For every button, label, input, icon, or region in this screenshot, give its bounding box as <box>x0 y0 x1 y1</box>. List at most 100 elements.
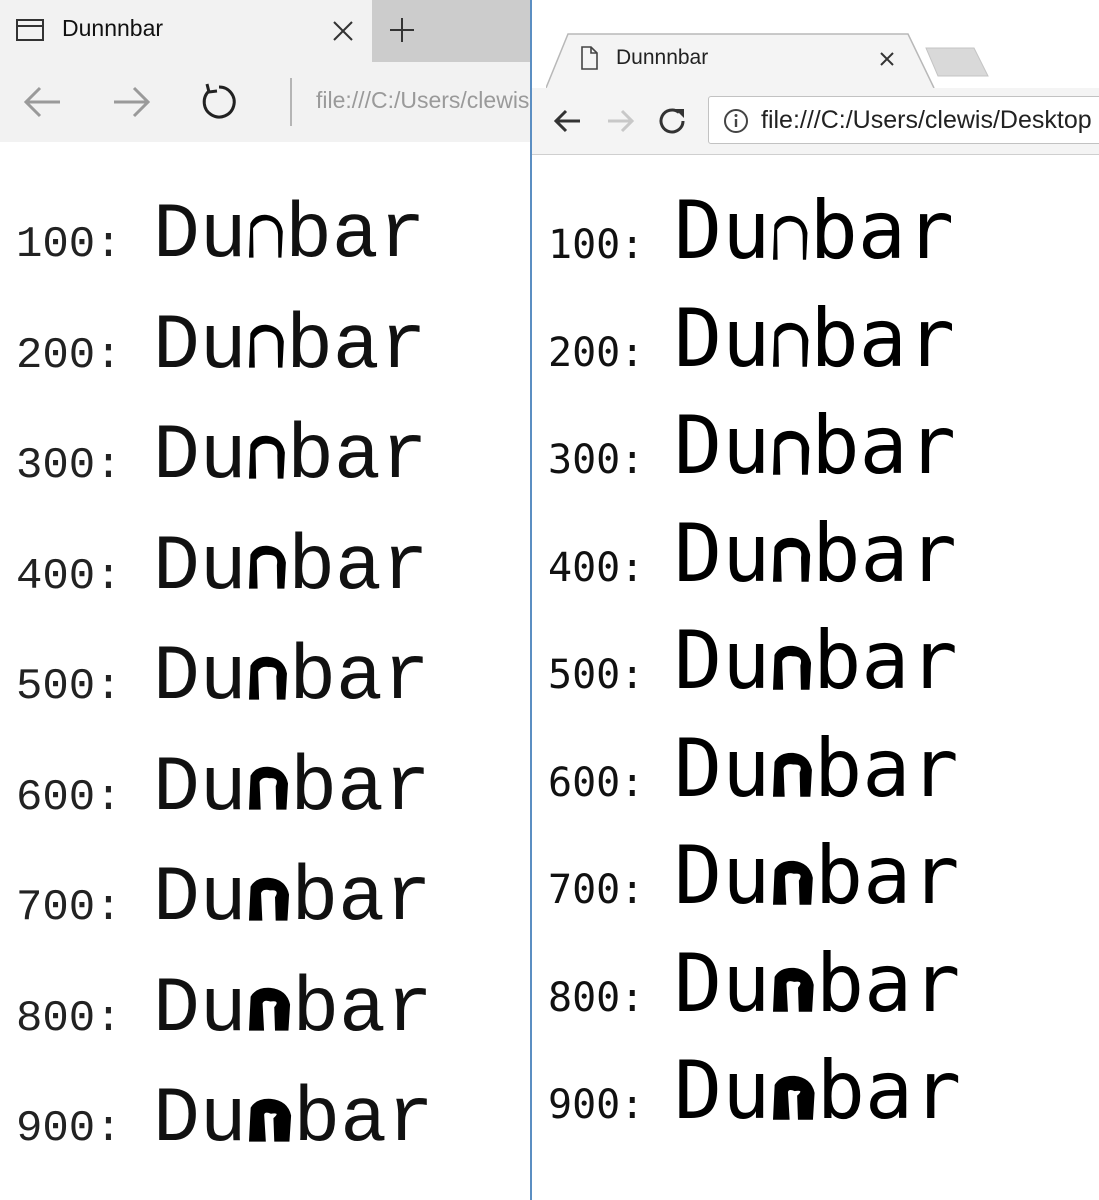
word-suffix: bar <box>816 1044 962 1137</box>
n-glyph-shape <box>772 643 811 690</box>
n-glyph-shape <box>772 428 809 475</box>
right-toolbar: file:///C:/Users/clewis/Desktop <box>532 88 1099 155</box>
sample-word: Du bar <box>153 192 426 280</box>
word-suffix: bar <box>814 721 959 815</box>
sample-word: Du bar <box>674 614 958 707</box>
word-suffix: bar <box>287 413 428 501</box>
word-suffix: bar <box>812 506 957 600</box>
weight-label: 600: <box>16 772 122 823</box>
weight-label: 800: <box>16 993 122 1044</box>
sample-word: Du bar <box>674 829 959 922</box>
page-icon <box>16 19 44 41</box>
word-suffix: bar <box>811 399 956 492</box>
toolbar-separator <box>290 78 292 126</box>
n-glyph-shape <box>772 1073 815 1120</box>
left-tab-bar: Dunnnbar <box>0 0 530 62</box>
word-suffix: bar <box>809 184 955 277</box>
weight-label: 700: <box>16 883 122 933</box>
word-suffix: bar <box>293 1076 434 1164</box>
left-browser-window: Dunnnbar file:///C:/Users/clewis 100: Du b… <box>0 0 530 1200</box>
word-prefix: Du <box>153 855 247 943</box>
word-prefix: Du <box>153 744 247 833</box>
n-glyph-shape <box>772 966 814 1013</box>
word-prefix: Du <box>674 506 771 600</box>
n-glyph-shape <box>772 213 808 260</box>
weight-label: 500: <box>16 662 122 712</box>
weight-label: 700: <box>548 867 645 913</box>
document-icon <box>580 46 598 70</box>
left-toolbar: file:///C:/Users/clewis <box>0 62 530 142</box>
n-glyph-shape <box>248 433 285 479</box>
n-glyph-shape <box>772 858 813 905</box>
n-glyph-shape <box>248 212 283 258</box>
right-url-text: file:///C:/Users/clewis/Desktop <box>761 106 1092 134</box>
right-tab-strip: Dunnnbar <box>532 0 1099 88</box>
word-suffix: bar <box>286 302 427 391</box>
weight-label: 100: <box>548 222 645 268</box>
weight-label: 300: <box>548 437 645 483</box>
n-glyph-shape <box>248 654 287 700</box>
weight-label: 200: <box>548 329 645 376</box>
sample-word: Du bar <box>153 524 429 612</box>
word-prefix: Du <box>153 413 247 501</box>
sample-word: Du bar <box>674 399 956 492</box>
info-icon[interactable] <box>723 108 749 134</box>
n-glyph-shape <box>248 765 288 811</box>
n-glyph-shape <box>772 751 812 798</box>
sample-word: Du bar <box>153 966 433 1054</box>
arrow-left-icon[interactable] <box>552 105 584 137</box>
word-prefix: Du <box>153 192 247 280</box>
word-prefix: Du <box>153 634 247 722</box>
arrow-left-icon[interactable] <box>22 82 64 122</box>
n-glyph-shape <box>248 875 289 921</box>
sample-word: Du bar <box>153 634 430 722</box>
sample-word: Du bar <box>674 722 959 815</box>
left-tab-title: Dunnnbar <box>62 15 164 41</box>
plus-icon[interactable] <box>388 16 416 44</box>
arrow-right-icon[interactable] <box>110 82 152 122</box>
sample-word: Du bar <box>153 1076 434 1164</box>
arrow-right-icon[interactable] <box>604 105 636 137</box>
word-suffix: bar <box>814 829 960 922</box>
word-suffix: bar <box>285 192 426 280</box>
left-active-tab[interactable]: Dunnnbar <box>0 0 372 62</box>
sample-word: Du bar <box>674 292 955 385</box>
weight-label: 600: <box>548 759 645 806</box>
word-suffix: bar <box>289 634 430 722</box>
weight-label: 500: <box>548 652 645 698</box>
word-suffix: bar <box>292 965 433 1054</box>
word-prefix: Du <box>153 302 247 391</box>
n-glyph-shape <box>248 986 291 1032</box>
word-suffix: bar <box>290 744 431 833</box>
weight-label: 100: <box>16 220 122 270</box>
weight-label: 800: <box>548 974 645 1021</box>
n-glyph-shape <box>772 536 810 583</box>
close-icon[interactable] <box>330 18 356 44</box>
right-address-bar[interactable]: file:///C:/Users/clewis/Desktop <box>708 96 1099 144</box>
weight-label: 300: <box>16 441 122 491</box>
n-glyph-shape <box>772 321 809 368</box>
weight-label: 200: <box>16 330 122 381</box>
weight-label: 900: <box>548 1082 645 1128</box>
sample-word: Du bar <box>153 303 427 391</box>
close-icon[interactable] <box>878 50 896 68</box>
sample-word: Du bar <box>153 855 432 943</box>
weight-label: 900: <box>16 1104 122 1154</box>
left-address-bar[interactable]: file:///C:/Users/clewis <box>316 87 529 114</box>
sample-word: Du bar <box>674 184 954 277</box>
reload-icon[interactable] <box>656 105 688 137</box>
new-tab-button[interactable] <box>924 44 990 78</box>
word-suffix: bar <box>288 523 429 612</box>
word-prefix: Du <box>674 936 771 1030</box>
word-prefix: Du <box>153 523 247 612</box>
sample-word: Du bar <box>674 937 960 1030</box>
sample-word: Du bar <box>153 413 428 501</box>
word-prefix: Du <box>674 614 771 707</box>
word-suffix: bar <box>815 936 961 1030</box>
word-prefix: Du <box>153 965 247 1054</box>
word-prefix: Du <box>674 829 771 922</box>
word-suffix: bar <box>291 855 432 943</box>
right-browser-window: Dunnnbar file:///C:/Users/clewis/Desktop… <box>530 0 1099 1200</box>
word-prefix: Du <box>674 291 771 385</box>
refresh-icon[interactable] <box>198 82 240 122</box>
